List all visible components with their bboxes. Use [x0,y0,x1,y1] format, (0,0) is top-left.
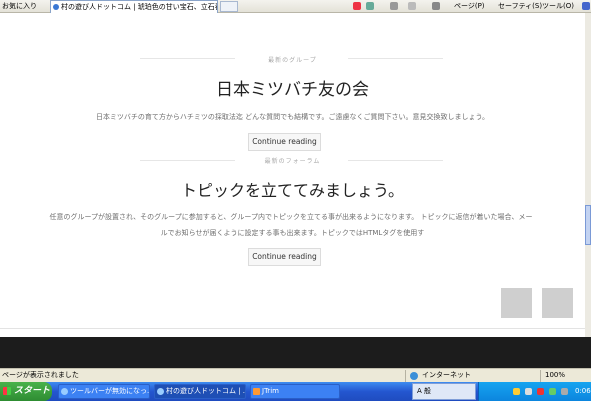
system-tray: 0:06 [478,382,591,401]
start-label: スタート [14,386,51,396]
group-title[interactable]: 日本ミツバチ友の会 [0,75,585,100]
tools-menu[interactable]: ツール(O) [542,0,574,13]
status-bar: ページが表示されました インターネット 100% [0,368,591,382]
network-icon[interactable] [513,388,520,395]
ime-mode[interactable]: A 般 [413,387,431,395]
taskbar-item[interactable]: 村の遊び人ドットコム | ... [154,384,246,399]
mail-icon[interactable] [408,2,416,10]
ie-icon [61,388,68,395]
forum-description-line2: ルでお知らせが届くように設定する事も出来ます。トピックではHTMLタグを使用す [160,229,425,237]
zoom-level[interactable]: 100% [545,369,565,382]
favorites-button[interactable]: お気に入り [0,0,48,13]
jtrim-icon [253,388,260,395]
browser-toolbar: お気に入り 村の遊び人ドットコム | 琥珀色の甘い宝石、立石養蜂... ページ(… [0,0,591,13]
feeds-icon[interactable] [390,2,398,10]
status-separator [405,370,406,382]
update-icon[interactable] [549,388,556,395]
rss-icon[interactable] [353,2,361,10]
page-footer [0,337,591,368]
home-icon[interactable] [366,2,374,10]
print-icon[interactable] [432,2,440,10]
tray-icon[interactable] [561,388,568,395]
browser-tab-active[interactable]: 村の遊び人ドットコム | 琥珀色の甘い宝石、立石養蜂... [50,0,218,13]
taskbar-item-label: 村の遊び人ドットコム | ... [166,387,246,395]
scrollbar-thumb[interactable] [585,205,591,245]
forum-description-line1: 任意のグループが設置され、そのグループに参加すると、グループ内でトピックを立てる… [49,213,533,221]
safety-menu[interactable]: セーフティ(S) [498,0,542,13]
taskbar-item[interactable]: ツールバーが無効になっ... [58,384,150,399]
volume-icon[interactable] [525,388,532,395]
web-page: 最新のグループ 日本ミツバチ友の会 日本ミツバチの育て方からハチミツの採取法迄 … [0,13,585,337]
zone-label: インターネット [422,371,471,379]
security-icon[interactable] [537,388,544,395]
windows-logo-icon [3,387,11,395]
status-separator [540,370,541,382]
divider-right [348,58,443,59]
ime-language-bar[interactable]: A 般 [412,383,476,400]
group-description: 日本ミツバチの育て方からハチミツの採取法迄 どんな質問でも結構です。ご遠慮なくご… [95,113,490,121]
divider-right [348,160,443,161]
clock[interactable]: 0:06 [575,382,591,401]
image-placeholder[interactable] [542,288,573,318]
ie-icon [157,388,164,395]
help-icon[interactable] [582,2,590,10]
windows-taskbar: スタート ツールバーが無効になっ... 村の遊び人ドットコム | ... JTr… [0,382,591,401]
taskbar-item-label: ツールバーが無効になっ... [70,387,150,395]
globe-icon [410,372,418,380]
taskbar-item[interactable]: JTrim [250,384,340,399]
group-continue-button[interactable]: Continue reading [248,133,321,151]
content-bottom-border [0,328,585,329]
ie-page-icon [53,4,59,10]
group-kicker: 最新のグループ [268,57,317,64]
security-zone[interactable]: インターネット [410,369,471,382]
start-button[interactable]: スタート [0,382,52,401]
command-bar: ページ(P) セーフティ(S) ツール(O) [350,0,591,13]
forum-continue-button[interactable]: Continue reading [248,248,321,266]
forum-kicker: 最新のフォーラム [264,158,321,165]
page-menu[interactable]: ページ(P) [454,0,485,13]
forum-title[interactable]: トピックを立ててみましょう。 [0,177,585,201]
taskbar-item-label: JTrim [262,387,279,395]
vertical-scrollbar[interactable] [585,13,591,337]
new-tab-button[interactable] [220,1,238,12]
tab-title: 村の遊び人ドットコム | 琥珀色の甘い宝石、立石養蜂... [61,3,217,11]
status-text: ページが表示されました [2,371,79,379]
image-placeholder[interactable] [501,288,532,318]
